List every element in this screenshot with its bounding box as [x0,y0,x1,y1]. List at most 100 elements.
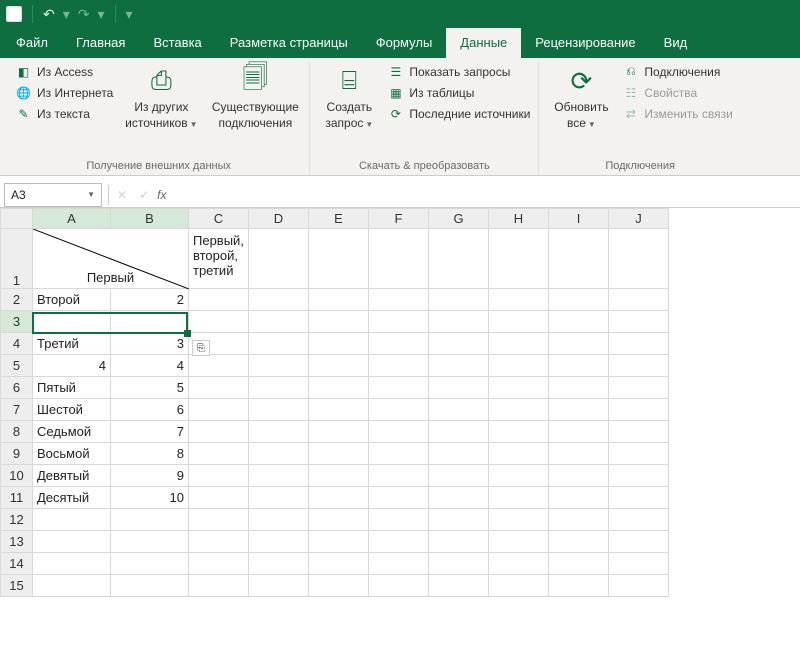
col-header-H[interactable]: H [489,209,549,229]
row-header-12[interactable]: 12 [1,509,33,531]
cell-A4[interactable]: Третий [33,333,111,355]
name-box[interactable]: A3 ▼ [4,183,102,207]
selection-fill-handle[interactable] [184,330,191,337]
select-all-corner[interactable] [1,209,33,229]
cell-B10[interactable]: 9 [111,465,189,487]
btn-from-web[interactable]: 🌐Из Интернета [16,83,113,102]
formula-input[interactable] [176,183,800,207]
qat-customize-icon[interactable]: ▾ [126,6,133,23]
row-header-9[interactable]: 9 [1,443,33,465]
cell-A1-B1-merged[interactable]: Первый [33,229,189,289]
btn-existing-conn[interactable]: 🗐 Существующие подключения [209,62,301,132]
row-header-13[interactable]: 13 [1,531,33,553]
cell-B9[interactable]: 8 [111,443,189,465]
row-header-4[interactable]: 4 [1,333,33,355]
fx-label[interactable]: fx [157,188,166,202]
tab-file[interactable]: Файл [2,28,62,58]
cell-A2[interactable]: Второй [33,289,111,311]
btn-from-text[interactable]: ✎Из текста [16,104,113,123]
tab-view[interactable]: Вид [650,28,702,58]
other-sources-icon: ⎙ [144,64,178,98]
row-header-2[interactable]: 2 [1,289,33,311]
btn-refresh-all[interactable]: ⟳ Обновить все▼ [547,62,615,132]
col-header-I[interactable]: I [549,209,609,229]
col-header-F[interactable]: F [369,209,429,229]
save-icon[interactable] [6,6,22,22]
cell-A7[interactable]: Шестой [33,399,111,421]
group-connections: ⟳ Обновить все▼ ⎌Подключения ☷Свойства ⇄… [539,62,740,175]
btn-existing-conn-line1: Существующие [212,100,299,114]
tab-home[interactable]: Главная [62,28,139,58]
worksheet[interactable]: A B C D E F G H I J 1 Первый Первый, вто… [0,208,800,597]
autofill-options-icon[interactable]: ⎘ [192,340,210,356]
cell-B5[interactable]: 4 [111,355,189,377]
col-header-E[interactable]: E [309,209,369,229]
btn-other-sources[interactable]: ⎙ Из других источников▼ [121,62,201,132]
btn-connections[interactable]: ⎌Подключения [623,62,732,81]
row-header-6[interactable]: 6 [1,377,33,399]
cell-A5[interactable]: 4 [33,355,111,377]
name-box-value: A3 [11,188,26,202]
row-header-8[interactable]: 8 [1,421,33,443]
redo-caret-icon[interactable]: ▾ [98,6,105,23]
tab-insert[interactable]: Вставка [139,28,215,58]
cell-B2[interactable]: 2 [111,289,189,311]
tab-review[interactable]: Рецензирование [521,28,649,58]
btn-new-query[interactable]: ⌸ Создать запрос▼ [318,62,380,132]
cell-A6[interactable]: Пятый [33,377,111,399]
cell-I1[interactable] [549,229,609,289]
col-header-B[interactable]: B [111,209,189,229]
undo-icon[interactable]: ↶ [43,6,55,23]
cell-B11[interactable]: 10 [111,487,189,509]
row-header-5[interactable]: 5 [1,355,33,377]
cell-E1[interactable] [309,229,369,289]
undo-caret-icon[interactable]: ▾ [63,6,70,23]
btn-from-access[interactable]: ◧Из Access [16,62,113,81]
chevron-down-icon: ▼ [588,120,596,129]
col-header-A[interactable]: A [33,209,111,229]
row-header-14[interactable]: 14 [1,553,33,575]
row-header-7[interactable]: 7 [1,399,33,421]
cell-A9[interactable]: Восьмой [33,443,111,465]
cell-F1[interactable] [369,229,429,289]
cell-A8[interactable]: Седьмой [33,421,111,443]
cell-B3[interactable] [111,311,189,333]
cell-B6[interactable]: 5 [111,377,189,399]
row-header-3[interactable]: 3 [1,311,33,333]
col-header-D[interactable]: D [249,209,309,229]
web-icon: 🌐 [16,85,31,100]
cell-A11[interactable]: Десятый [33,487,111,509]
btn-other-sources-line1: Из других [134,100,188,114]
row-header-10[interactable]: 10 [1,465,33,487]
group-external-data-label: Получение внешних данных [86,157,231,175]
cell-B8[interactable]: 7 [111,421,189,443]
cell-D1[interactable] [249,229,309,289]
cell-B4[interactable]: 3 [111,333,189,355]
cell-C2[interactable] [189,289,249,311]
cell-J1[interactable] [609,229,669,289]
btn-from-table[interactable]: ▦Из таблицы [388,83,530,102]
tab-data[interactable]: Данные [446,28,521,58]
col-header-C[interactable]: C [189,209,249,229]
col-header-G[interactable]: G [429,209,489,229]
col-header-J[interactable]: J [609,209,669,229]
tab-formulas[interactable]: Формулы [362,28,447,58]
row-header-1[interactable]: 1 [1,229,33,289]
row-header-11[interactable]: 11 [1,487,33,509]
cell-A3[interactable] [33,311,111,333]
chevron-down-icon[interactable]: ▼ [87,190,95,199]
btn-show-queries[interactable]: ☰Показать запросы [388,62,530,81]
cell-G1[interactable] [429,229,489,289]
chevron-down-icon: ▼ [365,120,373,129]
formula-bar: A3 ▼ ✕ ✓ fx [0,182,800,208]
redo-icon[interactable]: ↷ [78,6,90,23]
cell-A10[interactable]: Девятый [33,465,111,487]
cell-H1[interactable] [489,229,549,289]
cell-B7[interactable]: 6 [111,399,189,421]
cancel-icon: ✕ [117,188,127,202]
row-header-15[interactable]: 15 [1,575,33,597]
btn-recent-sources[interactable]: ⟳Последние источники [388,104,530,123]
btn-edit-links-label: Изменить связи [644,107,732,121]
tab-page-layout[interactable]: Разметка страницы [216,28,362,58]
cell-C1[interactable]: Первый, второй, третий [189,229,249,289]
